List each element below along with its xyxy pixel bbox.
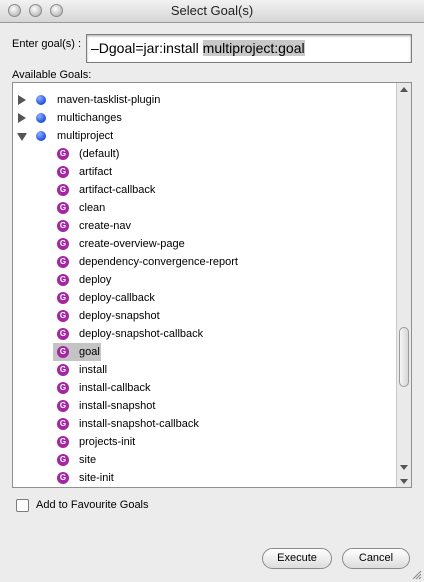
goal-row-artifact[interactable]: Gartifact (13, 163, 398, 181)
goal-icon: G (57, 220, 69, 232)
goal-label: projects-init (79, 436, 136, 448)
goal-label: create-nav (79, 220, 131, 232)
goal-row-deploy-callback[interactable]: Gdeploy-callback (13, 289, 398, 307)
goal-row-artifact-callback[interactable]: Gartifact-callback (13, 181, 398, 199)
goal-icon: G (57, 148, 69, 160)
goal-label: install-callback (79, 382, 151, 394)
resize-grip-icon[interactable] (410, 568, 422, 580)
goal-icon: G (57, 310, 69, 322)
goal-label: install (79, 364, 108, 376)
goal-label: site (79, 454, 97, 466)
goal-label: deploy (79, 274, 112, 286)
list-scrollbar[interactable] (396, 83, 411, 487)
add-to-favourites-label: Add to Favourite Goals (36, 499, 149, 511)
goal-icon: G (57, 472, 69, 484)
window-title: Select Goal(s) (170, 3, 254, 18)
scroll-up-arrow-icon[interactable] (397, 83, 411, 97)
plugin-dot-icon (36, 113, 46, 123)
goal-label: site-init (79, 472, 114, 484)
disclosure-triangle-collapsed-icon[interactable] (18, 113, 26, 123)
title-bar: Select Goal(s) (0, 0, 424, 23)
plugin-label: multiproject (57, 130, 114, 142)
goal-row-site-init[interactable]: Gsite-init (13, 469, 398, 487)
disclosure-triangle-expanded-icon[interactable] (17, 133, 27, 141)
goal-row-clean[interactable]: Gclean (13, 199, 398, 217)
add-to-favourites-checkbox[interactable] (16, 499, 29, 512)
plugin-row-multichanges[interactable]: multichanges (13, 109, 398, 127)
plugin-row-maven-tasklist-plugin[interactable]: maven-tasklist-plugin (13, 91, 398, 109)
goal-row-dependency-convergence-report[interactable]: Gdependency-convergence-report (13, 253, 398, 271)
goal-icon: G (57, 166, 69, 178)
goal-row-default[interactable]: G (default) (13, 145, 398, 163)
plugin-dot-icon (36, 95, 46, 105)
plugin-label: maven-tasklist-plugin (57, 94, 161, 106)
goal-icon: G (57, 400, 69, 412)
goal-label: create-overview-page (79, 238, 185, 250)
select-goals-dialog: Select Goal(s) Enter goal(s) : –Dgoal=ja… (0, 0, 424, 582)
goal-row-create-nav[interactable]: Gcreate-nav (13, 217, 398, 235)
cancel-button[interactable]: Cancel (342, 548, 410, 569)
goal-tree: maven-tasklist-plugin multichanges multi… (13, 91, 398, 487)
goal-row-deploy[interactable]: Gdeploy (13, 271, 398, 289)
goal-icon: G (57, 436, 69, 448)
goal-row-deploy-snapshot-callback[interactable]: Gdeploy-snapshot-callback (13, 325, 398, 343)
goal-row-goal[interactable]: Ggoal (13, 343, 398, 361)
available-goals-label: Available Goals: (12, 69, 92, 81)
goal-row-install[interactable]: Ginstall (13, 361, 398, 379)
goal-label: goal (79, 346, 100, 358)
goal-row-install-snapshot-callback[interactable]: Ginstall-snapshot-callback (13, 415, 398, 433)
goal-row-install-snapshot[interactable]: Ginstall-snapshot (13, 397, 398, 415)
available-goals-list[interactable]: maven-tasklist-plugin multichanges multi… (12, 82, 412, 488)
goal-input-label: Enter goal(s) : (12, 38, 82, 50)
goal-input-selected-text: multiproject:goal (202, 40, 305, 56)
goal-icon: G (57, 184, 69, 196)
goal-label: deploy-callback (79, 292, 155, 304)
goal-row-create-overview-page[interactable]: Gcreate-overview-page (13, 235, 398, 253)
scroll-down-arrows-icon[interactable] (397, 459, 411, 487)
goal-label: install-snapshot (79, 400, 156, 412)
goal-icon: G (57, 364, 69, 376)
goal-label: artifact-callback (79, 184, 156, 196)
goal-label: deploy-snapshot-callback (79, 328, 204, 340)
goal-icon: G (57, 238, 69, 250)
goal-icon: G (57, 346, 69, 358)
goal-icon: G (57, 292, 69, 304)
goal-row-site[interactable]: Gsite (13, 451, 398, 469)
goal-icon: G (57, 328, 69, 340)
disclosure-triangle-collapsed-icon[interactable] (18, 95, 26, 105)
goal-row-deploy-snapshot[interactable]: Gdeploy-snapshot (13, 307, 398, 325)
goal-label: clean (79, 202, 106, 214)
goal-label: artifact (79, 166, 113, 178)
goal-icon: G (57, 274, 69, 286)
goal-icon: G (57, 454, 69, 466)
plugin-dot-icon (36, 131, 46, 141)
plugin-label: multichanges (57, 112, 122, 124)
goal-icon: G (57, 202, 69, 214)
goal-icon: G (57, 418, 69, 430)
goal-row-install-callback[interactable]: Ginstall-callback (13, 379, 398, 397)
goal-input[interactable]: –Dgoal=jar:install multiproject:goal (86, 34, 412, 63)
goal-label: deploy-snapshot (79, 310, 160, 322)
execute-button[interactable]: Execute (262, 548, 332, 569)
goal-label: (default) (79, 148, 120, 160)
goal-label: dependency-convergence-report (79, 256, 238, 268)
scroll-thumb[interactable] (399, 327, 409, 387)
goal-row-projects-init[interactable]: Gprojects-init (13, 433, 398, 451)
goal-label: install-snapshot-callback (79, 418, 199, 430)
goal-icon: G (57, 382, 69, 394)
goal-icon: G (57, 256, 69, 268)
plugin-row-multiproject[interactable]: multiproject (13, 127, 398, 145)
goal-input-prefix: –Dgoal=jar:install (91, 40, 203, 56)
